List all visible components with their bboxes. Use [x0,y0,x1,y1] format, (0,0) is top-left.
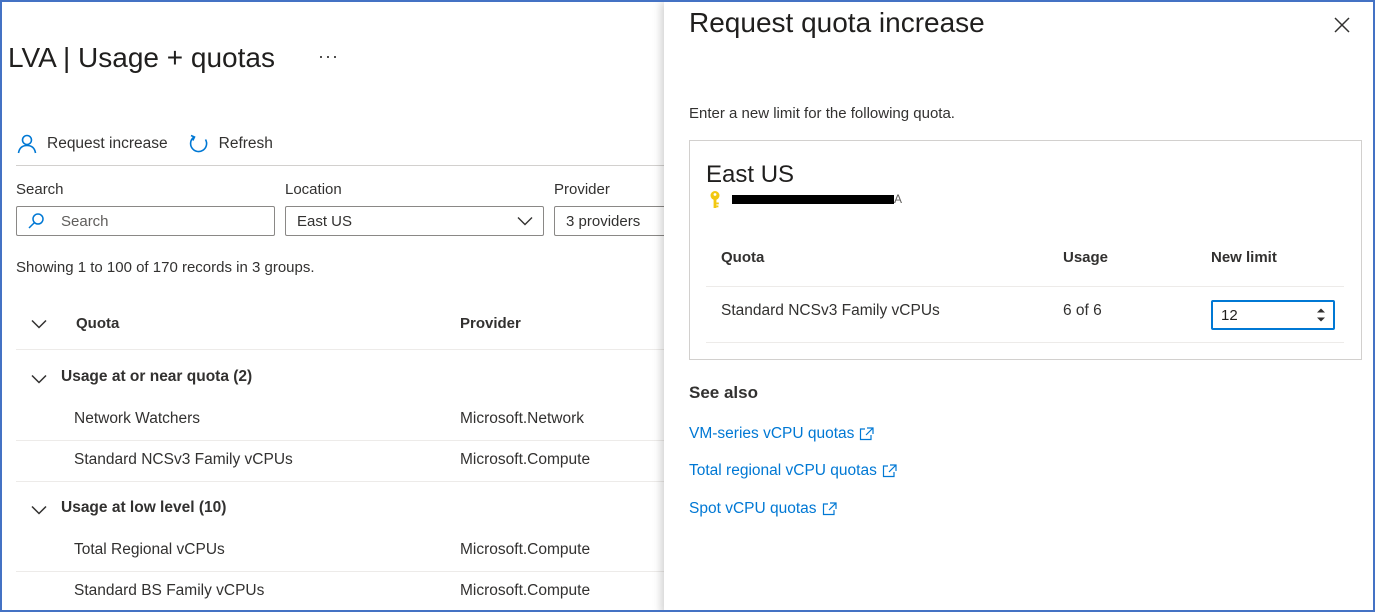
external-link-icon [860,427,874,441]
external-link-icon [822,502,837,516]
quota-table-header: Quota Usage New limit [706,249,1344,287]
refresh-icon [189,134,208,153]
group-label: Usage at or near quota (2) [61,368,253,385]
link-label: Spot vCPU quotas [689,500,817,517]
quota-name: Standard NCSv3 Family vCPUs [721,302,940,319]
refresh-label: Refresh [218,135,273,152]
panel-title: Request quota increase [689,7,985,38]
see-also-heading: See also [689,383,758,402]
column-header-quota[interactable]: Quota [76,315,119,332]
redaction-bar [732,195,894,204]
provider-label: Provider [554,181,610,198]
cell-provider: Microsoft.Compute [460,582,591,599]
chevron-down-icon [517,217,533,226]
app-frame: LVA | Usage + quotas ··· Request increas… [0,0,1375,612]
vm-series-vcpu-quotas-link[interactable]: VM-series vCPU quotas [689,425,874,443]
new-limit-spinbutton[interactable]: 12 [1211,300,1335,330]
column-header-quota: Quota [721,249,765,266]
location-value: East US [297,212,353,230]
external-link-icon [882,464,897,478]
link-label: Total regional vCPU quotas [689,462,877,479]
spot-vcpu-quotas-link[interactable]: Spot vCPU quotas [689,500,837,518]
chevron-down-icon[interactable] [30,501,48,519]
request-increase-label: Request increase [47,135,168,152]
subscription-tail: A [894,192,903,206]
cell-provider: Microsoft.Compute [460,541,591,558]
request-quota-panel: Request quota increase Enter a new limit… [664,2,1373,610]
cell-quota: Total Regional vCPUs [74,541,225,558]
search-placeholder: Search [61,212,109,230]
quota-table-row: Standard NCSv3 Family vCPUs 6 of 6 12 [706,287,1344,343]
quota-card: East US A Quota Usage New limit Standard… [689,140,1362,360]
cell-provider: Microsoft.Network [460,410,585,427]
panel-description: Enter a new limit for the following quot… [689,105,955,122]
table-row[interactable]: Standard BS Family vCPUs Microsoft.Compu… [16,572,676,610]
location-label: Location [285,181,342,198]
column-header-provider[interactable]: Provider [460,315,521,332]
subscription-name: A [732,192,903,206]
cell-quota: Network Watchers [74,410,201,427]
request-increase-button[interactable]: Request increase [16,133,168,155]
link-label: VM-series vCPU quotas [689,425,855,442]
spin-arrows-icon[interactable] [1315,306,1327,324]
location-dropdown[interactable]: East US [285,206,544,236]
key-icon [710,191,720,208]
grid-header: Quota Provider [16,302,676,350]
group-header[interactable]: Usage at low level (10) [16,489,676,529]
search-input[interactable]: Search [16,206,275,236]
row-divider [16,481,676,482]
person-icon [17,134,37,154]
provider-value: 3 providers [566,212,641,230]
table-row[interactable]: Standard NCSv3 Family vCPUs Microsoft.Co… [16,441,676,482]
quota-usage: 6 of 6 [1063,302,1102,319]
table-row[interactable]: Total Regional vCPUs Microsoft.Compute [16,531,676,572]
close-icon[interactable] [1332,15,1352,35]
new-limit-value: 12 [1221,307,1238,324]
search-icon [28,213,44,229]
more-actions-button[interactable]: ··· [318,46,339,67]
cell-quota: Standard BS Family vCPUs [74,582,265,599]
cell-provider: Microsoft.Compute [460,451,591,468]
toolbar-divider [16,165,676,166]
column-header-usage: Usage [1063,249,1109,266]
total-regional-vcpu-quotas-link[interactable]: Total regional vCPU quotas [689,462,897,480]
column-header-new-limit: New limit [1211,249,1277,266]
command-bar: Request increase Refresh [16,128,273,160]
card-region: East US [706,161,795,188]
records-summary: Showing 1 to 100 of 170 records in 3 gro… [16,259,315,276]
collapse-all-chevron-icon[interactable] [30,315,48,333]
group-label: Usage at low level (10) [61,499,227,516]
cell-quota: Standard NCSv3 Family vCPUs [74,451,293,468]
search-label: Search [16,181,64,198]
table-row[interactable]: Network Watchers Microsoft.Network [16,400,676,441]
page-title: LVA | Usage + quotas [8,42,275,73]
chevron-down-icon[interactable] [30,370,48,388]
group-header[interactable]: Usage at or near quota (2) [16,358,676,398]
refresh-button[interactable]: Refresh [188,133,273,155]
